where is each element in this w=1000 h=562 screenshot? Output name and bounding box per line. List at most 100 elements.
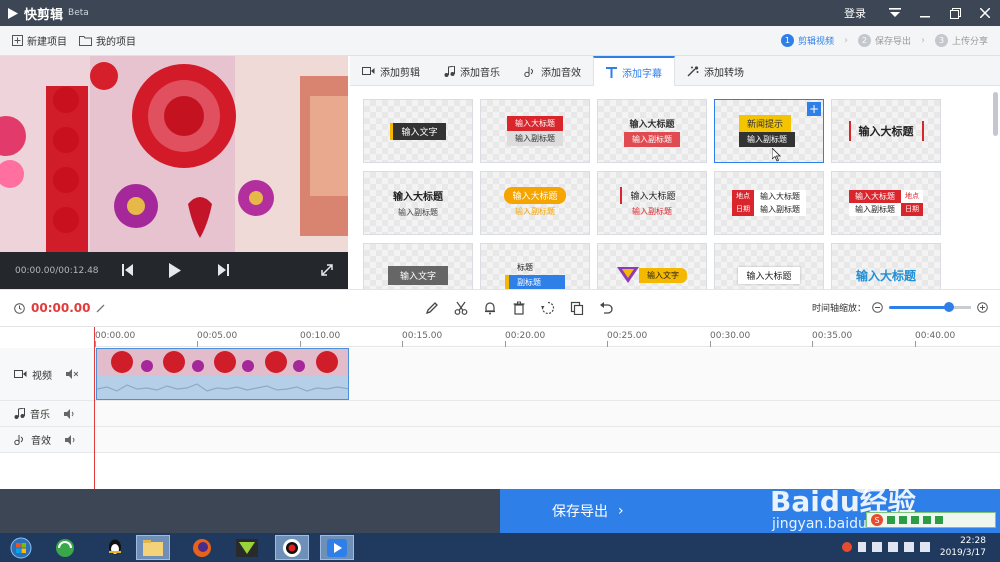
close-icon[interactable] xyxy=(970,0,1000,26)
step-export[interactable]: 2 保存导出 xyxy=(857,34,911,47)
dropdown-menu-icon[interactable] xyxy=(880,0,910,26)
zoom-label: 时间轴缩放： xyxy=(811,304,866,314)
subtitle-template[interactable]: 输入文字 xyxy=(597,243,707,289)
previous-frame-icon[interactable] xyxy=(120,260,134,280)
start-button-icon[interactable] xyxy=(4,535,38,560)
transition-icon xyxy=(687,65,699,76)
play-icon[interactable] xyxy=(167,260,183,280)
video-clip[interactable] xyxy=(96,348,349,400)
ruler-tick: 00:40.00 xyxy=(915,331,956,347)
scissors-icon[interactable] xyxy=(453,300,469,316)
media-app-icon[interactable] xyxy=(230,535,264,560)
tray-volume-icon[interactable] xyxy=(904,542,914,552)
new-project-button[interactable]: 新建项目 xyxy=(12,33,67,48)
tab-label: 添加字幕 xyxy=(622,68,662,80)
subtitle-template[interactable]: 标题 副标题 xyxy=(480,243,590,289)
record-icon[interactable] xyxy=(275,535,309,560)
mute-icon[interactable] xyxy=(66,369,78,379)
timeline-zoom: 时间轴缩放： xyxy=(812,301,988,314)
step-share[interactable]: 3 上传分享 xyxy=(934,34,988,47)
login-link[interactable]: 登录 xyxy=(844,5,866,21)
step-edit[interactable]: 1 剪辑视频 xyxy=(780,34,834,47)
fullscreen-icon[interactable] xyxy=(319,260,335,280)
video-preview: 00:00.00/00:12.48 xyxy=(0,56,348,289)
crop-rotate-icon[interactable] xyxy=(540,300,556,316)
sfx-track[interactable] xyxy=(95,427,1000,453)
step-number: 3 xyxy=(934,34,948,47)
tray-network-icon[interactable] xyxy=(888,542,898,552)
subtitle-template[interactable]: 地点 输入大标题 日期 输入副标题 xyxy=(714,171,824,235)
pencil-icon[interactable] xyxy=(424,300,440,316)
windows-taskbar: 22:28 2019/3/17 xyxy=(0,533,1000,562)
template-date: 日期 xyxy=(901,203,923,216)
subtitle-template-selected[interactable]: + 新闻提示 输入副标题 xyxy=(714,99,824,163)
subtitle-template[interactable]: 输入大标题 xyxy=(714,243,824,289)
subtitle-template[interactable]: 输入大标题 xyxy=(831,99,941,163)
time-ruler[interactable]: 00:00.00 00:05.00 00:10.00 00:15.00 00:2… xyxy=(95,327,1000,347)
file-explorer-icon[interactable] xyxy=(136,535,170,560)
tray-phone-icon[interactable] xyxy=(858,542,866,552)
zoom-out-icon[interactable] xyxy=(872,302,883,313)
zoom-in-icon[interactable] xyxy=(977,302,988,313)
tab-add-music[interactable]: 添加音乐 xyxy=(432,56,512,86)
volume-icon[interactable] xyxy=(65,434,77,445)
restore-icon[interactable] xyxy=(940,0,970,26)
music-track[interactable] xyxy=(95,401,1000,427)
video-clip-icon xyxy=(362,67,375,75)
undo-icon[interactable] xyxy=(598,300,614,316)
subtitle-template[interactable]: 输入文字 xyxy=(363,243,473,289)
track-label: 音乐 xyxy=(30,410,50,421)
subtitle-template[interactable]: 输入大标题 地点 输入副标题 日期 xyxy=(831,171,941,235)
ruler-tick: 00:00.00 xyxy=(95,331,136,347)
template-subtitle: 输入副标题 xyxy=(739,132,795,147)
qq-icon[interactable] xyxy=(98,535,132,560)
subtitle-template[interactable]: 输入大标题 输入副标题 xyxy=(363,171,473,235)
zoom-slider-handle[interactable] xyxy=(944,302,954,312)
subtitle-template[interactable]: 输入大标题 输入副标题 xyxy=(597,99,707,163)
tray-ime-icon[interactable] xyxy=(842,542,852,552)
video-track-header: 视频 xyxy=(0,348,95,401)
subtitle-template[interactable]: 输入大标题 输入副标题 xyxy=(597,171,707,235)
copy-icon[interactable] xyxy=(569,300,585,316)
tab-add-clip[interactable]: 添加剪辑 xyxy=(350,56,432,86)
tray-keyboard-icon[interactable] xyxy=(920,542,930,552)
kuaijianji-taskbar-icon[interactable] xyxy=(320,535,354,560)
minimize-icon[interactable] xyxy=(910,0,940,26)
browser-360-icon[interactable] xyxy=(48,535,82,560)
ruler-tick: 00:25.00 xyxy=(607,331,648,347)
template-title: 输入大标题 xyxy=(629,120,675,130)
tab-add-sfx[interactable]: 添加音效 xyxy=(512,56,593,86)
template-title: 输入大标题 xyxy=(849,190,901,203)
app-logo: 快剪辑 Beta xyxy=(0,4,89,23)
zoom-slider[interactable] xyxy=(889,302,971,312)
step-number: 2 xyxy=(857,34,871,47)
bell-icon[interactable] xyxy=(482,300,498,316)
sound-effect-icon xyxy=(524,66,533,77)
volume-icon[interactable] xyxy=(64,408,76,419)
next-frame-icon[interactable] xyxy=(216,260,230,280)
preview-frame[interactable] xyxy=(0,56,348,252)
add-template-icon[interactable]: + xyxy=(807,102,821,116)
template-subtitle: 副标题 xyxy=(505,275,565,289)
tab-add-subtitle[interactable]: 添加字幕 xyxy=(593,56,675,86)
template-text: 输入大标题 xyxy=(855,268,916,283)
tab-add-transition[interactable]: 添加转场 xyxy=(675,56,756,86)
template-location: 地点 xyxy=(732,190,754,203)
trash-icon[interactable] xyxy=(511,300,527,316)
template-scrollbar[interactable] xyxy=(993,92,998,136)
my-projects-button[interactable]: 我的项目 xyxy=(79,33,136,48)
mouse-cursor-icon xyxy=(772,148,781,162)
system-clock[interactable]: 22:28 2019/3/17 xyxy=(940,535,986,559)
play-logo-icon xyxy=(8,7,18,19)
subtitle-template[interactable]: 输入大标题 输入副标题 xyxy=(480,171,590,235)
app-name: 快剪辑 xyxy=(24,7,64,23)
save-export-button[interactable]: 保存导出 › xyxy=(500,489,1000,533)
playhead[interactable] xyxy=(94,327,95,489)
edit-pencil-icon[interactable] xyxy=(96,304,105,313)
subtitle-template[interactable]: 输入文字 xyxy=(363,99,473,163)
tray-flag-icon[interactable] xyxy=(872,542,882,552)
firefox-icon[interactable] xyxy=(185,535,219,560)
current-time: 00:00.00 xyxy=(31,301,91,315)
subtitle-template[interactable]: 输入大标题 输入副标题 xyxy=(480,99,590,163)
subtitle-template[interactable]: 输入大标题 xyxy=(831,243,941,289)
